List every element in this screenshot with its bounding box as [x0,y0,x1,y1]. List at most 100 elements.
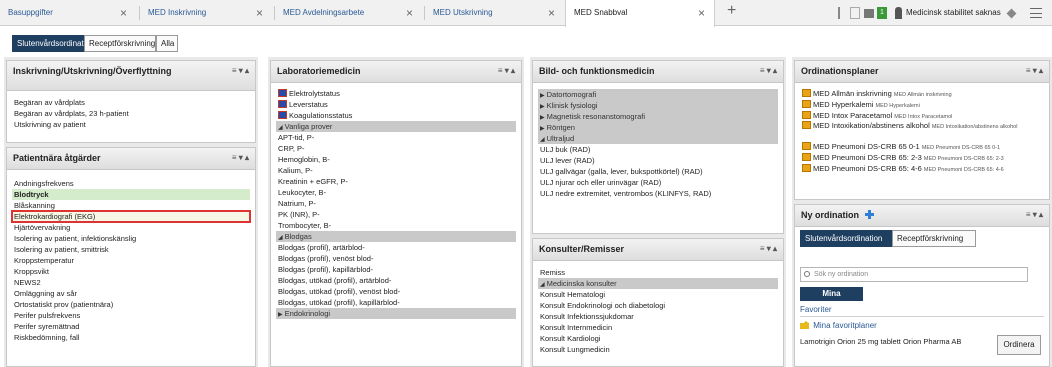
menu-icon[interactable] [1030,8,1042,18]
close-icon[interactable]: × [406,0,413,26]
list-item[interactable]: Konsult Infektionssjukdomar [538,311,778,322]
list-item[interactable]: NEWS2 [12,277,250,288]
list-item[interactable]: ULJ njurar och eller urinvägar (RAD) [538,177,778,188]
info-icon[interactable] [850,7,860,19]
list-item[interactable]: ULJ gallvägar (galla, lever, bukspottkör… [538,166,778,177]
status-badge[interactable]: 1 [877,7,887,19]
list-item[interactable]: Konsult Kardiologi [538,333,778,344]
pin-icon[interactable] [838,7,848,19]
tab-med-snabbval[interactable]: MED Snabbval × [565,0,715,27]
group-header-expanded[interactable]: ◢ Ultraljud [538,133,778,144]
list-item[interactable]: Blodgas (profil), kapillärblod- [276,264,516,275]
plan-item[interactable]: MED Pneumoni DS-CRB 65 0-1 MED Pneumoni … [800,141,1044,152]
group-header-expanded[interactable]: ◢ Blodgas [276,231,516,242]
plan-item[interactable]: MED Pneumoni DS-CRB 65: 4-6 MED Pneumoni… [800,163,1044,174]
list-item[interactable]: Blodgas (profil), venöst blod- [276,253,516,264]
list-item[interactable]: Hemoglobin, B- [276,154,516,165]
collapsed-triangle-icon[interactable]: ▶ [540,93,545,99]
group-header-collapsed[interactable]: ▶ Endokrinologi [276,308,516,319]
plan-item[interactable]: MED Intoxikation/abstinens alkohol MED I… [800,121,1044,141]
panel-menu-icon[interactable]: ≡ ▾ ▴ [232,153,249,163]
list-item[interactable]: Kreatinin + eGFR, P- [276,176,516,187]
list-item-selected[interactable]: Elektrokardiografi (EKG) [11,210,251,223]
close-icon[interactable]: × [548,0,555,26]
panel-menu-icon[interactable]: ≡ ▾ ▴ [760,244,777,254]
list-item[interactable]: Riskbedömning, fall [12,332,250,343]
list-item[interactable]: PK (INR), P- [276,209,516,220]
list-item[interactable]: Leukocyter, B- [276,187,516,198]
list-item[interactable]: Blodgas, utökad (profil), kapillärblod- [276,297,516,308]
panel-menu-icon[interactable]: ≡ ▾ ▴ [498,66,515,76]
plan-item[interactable]: MED Hyperkalemi MED Hyperkalemi [800,99,1044,110]
list-item[interactable]: Begäran av vårdplats [12,97,250,108]
tag-icon[interactable] [1006,8,1017,19]
close-icon[interactable]: × [256,0,263,26]
list-item[interactable]: Kalium, P- [276,165,516,176]
ordinera-button[interactable]: Ordinera [997,335,1041,355]
list-item[interactable]: Hjärtövervakning [12,222,250,233]
list-item[interactable]: Blodgas, utökad (profil), artärblod- [276,275,516,286]
add-icon[interactable] [864,210,874,219]
favoriter-link[interactable]: Favoriter [800,305,832,314]
plan-item[interactable]: MED Intox Paracetamol MED Intox Paraceta… [800,110,1044,121]
list-item[interactable]: Kroppsvikt [12,266,250,277]
tab-med-inskrivning[interactable]: MED Inskrivning × [140,0,275,26]
list-item[interactable]: Perifer pulsfrekvens [12,310,250,321]
close-icon[interactable]: × [698,0,705,26]
expanded-triangle-icon[interactable]: ◢ [278,125,283,131]
list-item[interactable]: Konsult Lungmedicin [538,344,778,355]
list-item[interactable]: Isolering av patient, smittrisk [12,244,250,255]
list-item[interactable]: Omläggning av sår [12,288,250,299]
list-item[interactable]: Ortostatiskt prov (patientnära) [12,299,250,310]
tab-slutenvardsordination[interactable]: Slutenvårdsordination [800,230,892,247]
list-item[interactable]: Begäran av vårdplats, 23 h-patient [12,108,250,119]
list-item[interactable]: Blodgas, utökad (profil), venöst blod- [276,286,516,297]
panel-menu-icon[interactable]: ≡ ▾ ▴ [1026,210,1043,220]
medication-item[interactable]: Lamotrigin Orion 25 mg tablett Orion Pha… [800,337,975,347]
list-item[interactable]: Kroppstemperatur [12,255,250,266]
filter-slutenvardsordination[interactable]: Slutenvårdsordination [12,35,94,52]
filter-alla[interactable]: Alla [156,35,178,52]
search-input[interactable]: Sök ny ordination [800,267,1028,282]
list-item[interactable]: Trombocyter, B- [276,220,516,231]
expanded-triangle-icon[interactable]: ◢ [540,282,545,288]
lab-panel-item[interactable]: Elektrolytstatus [276,88,516,99]
collapsed-triangle-icon[interactable]: ▶ [540,126,545,132]
list-item[interactable]: Natrium, P- [276,198,516,209]
group-header-collapsed[interactable]: ▶ Datortomografi [538,89,778,100]
expanded-triangle-icon[interactable]: ◢ [540,137,545,143]
status-text[interactable]: Medicinsk stabilitet saknas [906,0,1001,26]
list-item[interactable]: ULJ nedre extremitet, ventrombos (KLINFY… [538,188,778,199]
list-item[interactable]: Blåskanning [12,200,250,211]
list-item[interactable]: Andningsfrekvens [12,178,250,189]
list-item[interactable]: ULJ buk (RAD) [538,144,778,155]
list-item[interactable]: Blodgas (profil), artärblod- [276,242,516,253]
close-icon[interactable]: × [120,0,127,26]
tab-med-utskrivning[interactable]: MED Utskrivning × [425,0,565,26]
tab-basuppgifter[interactable]: Basuppgifter × [0,0,140,26]
panel-menu-icon[interactable]: ≡ ▾ ▴ [760,66,777,76]
inbox-icon[interactable] [864,9,874,18]
group-header-expanded[interactable]: ◢ Medicinska konsulter [538,278,778,289]
list-item[interactable]: CRP, P- [276,143,516,154]
plan-item[interactable]: MED Allmän inskrivning MED Allmän inskri… [800,88,1044,99]
list-item[interactable]: APT-tid, P- [276,132,516,143]
panel-menu-icon[interactable]: ≡ ▾ ▴ [1026,66,1043,76]
filter-receptforskrivning[interactable]: Receptförskrivning [84,35,156,52]
add-tab-icon[interactable]: + [727,2,736,20]
group-header-collapsed[interactable]: ▶ Magnetisk resonanstomografi [538,111,778,122]
group-header-collapsed[interactable]: ▶ Röntgen [538,122,778,133]
list-item[interactable]: Isolering av patient, infektionskänslig [12,233,250,244]
group-header-expanded[interactable]: ◢ Vanliga prover [276,121,516,132]
list-item[interactable]: Utskrivning av patient [12,119,250,130]
list-item[interactable]: Konsult Endokrinologi och diabetologi [538,300,778,311]
list-item[interactable]: Remiss [538,267,778,278]
plan-item[interactable]: MED Pneumoni DS-CRB 65: 2-3 MED Pneumoni… [800,152,1044,163]
panel-menu-icon[interactable]: ≡ ▾ ▴ [232,66,249,76]
lab-panel-item[interactable]: Leverstatus [276,99,516,110]
collapsed-triangle-icon[interactable]: ▶ [278,312,283,318]
lab-panel-item[interactable]: Koagulationsstatus [276,110,516,121]
list-item[interactable]: ULJ lever (RAD) [538,155,778,166]
group-header-collapsed[interactable]: ▶ Klinisk fysiologi [538,100,778,111]
list-item[interactable]: Perifer syremättnad [12,321,250,332]
